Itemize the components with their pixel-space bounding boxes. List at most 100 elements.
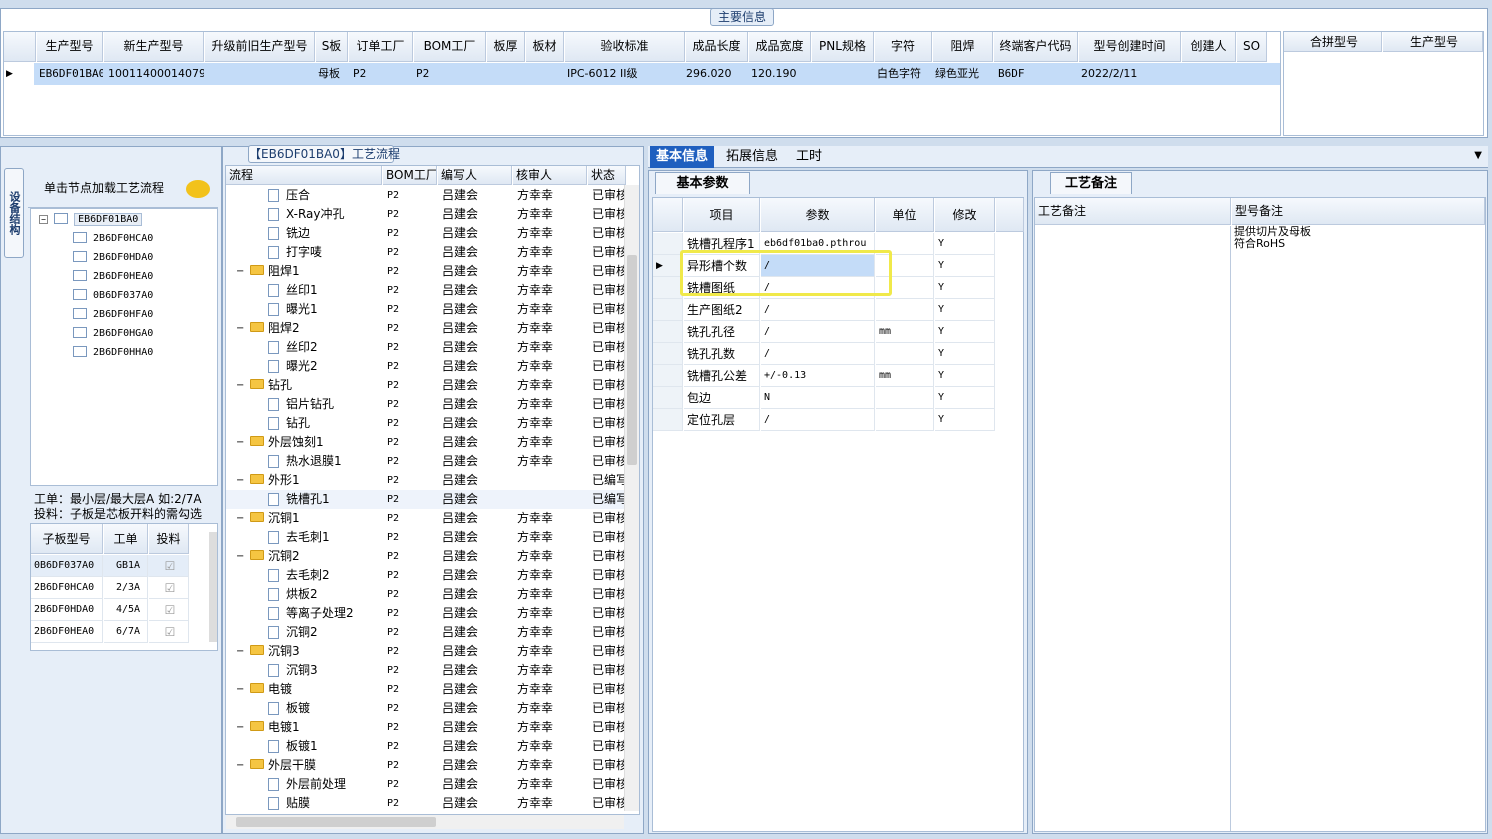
col-header[interactable]: 编写人 — [438, 166, 512, 185]
col-header[interactable]: 板厚 — [487, 32, 525, 62]
col-header[interactable]: 项目 — [684, 198, 760, 232]
cell[interactable]: P2 — [387, 300, 437, 319]
tree-node[interactable]: 2B6DF0HGA0 — [73, 325, 153, 343]
cell[interactable]: 吕建会 — [442, 585, 512, 604]
cell[interactable]: P2 — [387, 604, 437, 623]
cell[interactable]: Y — [935, 409, 995, 431]
cell[interactable]: 吕建会 — [442, 281, 512, 300]
col-header[interactable]: 阻焊 — [933, 32, 993, 62]
cell[interactable]: 已审核 — [592, 718, 626, 737]
cell[interactable]: 吕建会 — [442, 699, 512, 718]
cell[interactable]: 沉铜2 — [268, 547, 378, 566]
collapse-icon[interactable]: − — [236, 433, 244, 452]
col-header[interactable]: SO — [1237, 32, 1267, 62]
cell[interactable]: 已审核 — [592, 452, 626, 471]
table-row[interactable]: 2B6DF0HEA0 6/7A ☑ — [31, 621, 189, 643]
cell[interactable]: 已审核 — [592, 775, 626, 794]
param-row[interactable]: 铣槽孔公差 +/-0.13 mm Y — [653, 365, 995, 387]
cell[interactable]: 2022/2/11 — [1079, 63, 1179, 85]
tab-basic-params[interactable]: 基本参数 — [655, 172, 750, 194]
dropdown-arrow-icon[interactable]: ▼ — [1474, 150, 1482, 161]
main-info-grid[interactable]: 生产型号 新生产型号 升级前旧生产型号 S板 订单工厂 BOM工厂 板厚 板材 … — [3, 31, 1281, 136]
cell[interactable]: Y — [935, 343, 995, 365]
cell[interactable]: 方幸幸 — [517, 547, 587, 566]
cell[interactable]: 已审核 — [592, 699, 626, 718]
cell[interactable]: 方幸幸 — [517, 376, 587, 395]
collapse-icon[interactable]: − — [236, 262, 244, 281]
cell[interactable]: 沉铜3 — [286, 661, 396, 680]
cell[interactable]: 已审核 — [592, 243, 626, 262]
cell[interactable]: 曝光2 — [286, 357, 396, 376]
cell[interactable]: 2B6DF0HEA0 — [31, 621, 103, 643]
cell[interactable]: 沉铜3 — [268, 642, 378, 661]
cell[interactable]: 方幸幸 — [517, 414, 587, 433]
col-header[interactable]: 成品宽度 — [749, 32, 811, 62]
cell[interactable]: 吕建会 — [442, 756, 512, 775]
cell[interactable]: P2 — [387, 338, 437, 357]
cell[interactable]: 电镀 — [268, 680, 378, 699]
col-header[interactable]: 投料 — [149, 524, 189, 554]
cell[interactable]: 生产图纸2 — [684, 299, 760, 321]
param-row[interactable]: 铣孔孔径 / mm Y — [653, 321, 995, 343]
cell[interactable]: 吕建会 — [442, 718, 512, 737]
cell[interactable]: 已审核 — [592, 262, 626, 281]
col-header[interactable]: 验收标准 — [565, 32, 685, 62]
model-notes-textarea[interactable]: 提供切片及母板 符合RoHS — [1234, 226, 1484, 831]
col-header[interactable]: 生产型号 — [1383, 32, 1483, 52]
cell[interactable]: P2 — [387, 471, 437, 490]
cell[interactable]: 丝印1 — [286, 281, 396, 300]
cell[interactable]: 方幸幸 — [517, 794, 587, 813]
process-row[interactable]: − 外层蚀刻1 P2 吕建会 方幸幸 已审核 — [226, 433, 626, 452]
col-header[interactable]: 状态 — [588, 166, 626, 185]
cell[interactable]: P2 — [387, 452, 437, 471]
table-row[interactable]: 2B6DF0HDA0 4/5A ☑ — [31, 599, 189, 621]
cell[interactable]: P2 — [387, 566, 437, 585]
process-row[interactable]: 板镀1 P2 吕建会 方幸幸 已审核 — [226, 737, 626, 756]
cell[interactable]: P2 — [387, 186, 437, 205]
cell[interactable]: 铣孔孔径 — [684, 321, 760, 343]
cell[interactable]: P2 — [387, 224, 437, 243]
cell[interactable]: P2 — [387, 319, 437, 338]
cell[interactable]: 板镀1 — [286, 737, 396, 756]
collapse-icon[interactable]: − — [236, 376, 244, 395]
cell[interactable]: 吕建会 — [442, 509, 512, 528]
cell[interactable]: 吕建会 — [442, 680, 512, 699]
cell[interactable]: Y — [935, 387, 995, 409]
cell[interactable]: 吕建会 — [442, 262, 512, 281]
cell[interactable]: 吕建会 — [442, 376, 512, 395]
cell[interactable]: EB6DF01BA0 — [37, 63, 103, 85]
cell[interactable]: 吕建会 — [442, 547, 512, 566]
cell[interactable]: 铣槽孔公差 — [684, 365, 760, 387]
cell[interactable]: P2 — [387, 737, 437, 756]
process-row[interactable]: 铝片钻孔 P2 吕建会 方幸幸 已审核 — [226, 395, 626, 414]
cell[interactable]: 已审核 — [592, 737, 626, 756]
cell[interactable]: 120.190 — [749, 63, 811, 85]
cell[interactable]: 吕建会 — [442, 661, 512, 680]
node-checkbox[interactable] — [54, 213, 69, 224]
cell[interactable]: 已审核 — [592, 281, 626, 300]
cell[interactable]: P2 — [387, 699, 437, 718]
cell[interactable]: 方幸幸 — [517, 623, 587, 642]
process-row[interactable]: 丝印1 P2 吕建会 方幸幸 已审核 — [226, 281, 626, 300]
cell[interactable]: GB1A — [104, 555, 148, 577]
cell[interactable]: 方幸幸 — [517, 338, 587, 357]
cell[interactable]: 方幸幸 — [517, 300, 587, 319]
process-row[interactable]: 贴膜 P2 吕建会 方幸幸 已审核 — [226, 794, 626, 813]
cell[interactable]: 方幸幸 — [517, 528, 587, 547]
cell[interactable]: 方幸幸 — [517, 262, 587, 281]
cell[interactable]: 钻孔 — [286, 414, 396, 433]
col-header[interactable]: 新生产型号 — [104, 32, 204, 62]
collapse-icon[interactable]: − — [236, 680, 244, 699]
cell[interactable]: 打字唛 — [286, 243, 396, 262]
cell[interactable]: P2 — [387, 585, 437, 604]
col-header[interactable]: 创建人 — [1182, 32, 1236, 62]
col-header[interactable]: 子板型号 — [31, 524, 103, 554]
tree-node[interactable]: 2B6DF0HDA0 — [73, 249, 153, 267]
cell[interactable]: Y — [935, 365, 995, 387]
cell[interactable]: 已审核 — [592, 395, 626, 414]
cell[interactable]: Y — [935, 321, 995, 343]
cell[interactable]: 外层前处理 — [286, 775, 396, 794]
cell[interactable]: 已审核 — [592, 680, 626, 699]
cell[interactable]: P2 — [387, 357, 437, 376]
cell[interactable]: P2 — [387, 775, 437, 794]
